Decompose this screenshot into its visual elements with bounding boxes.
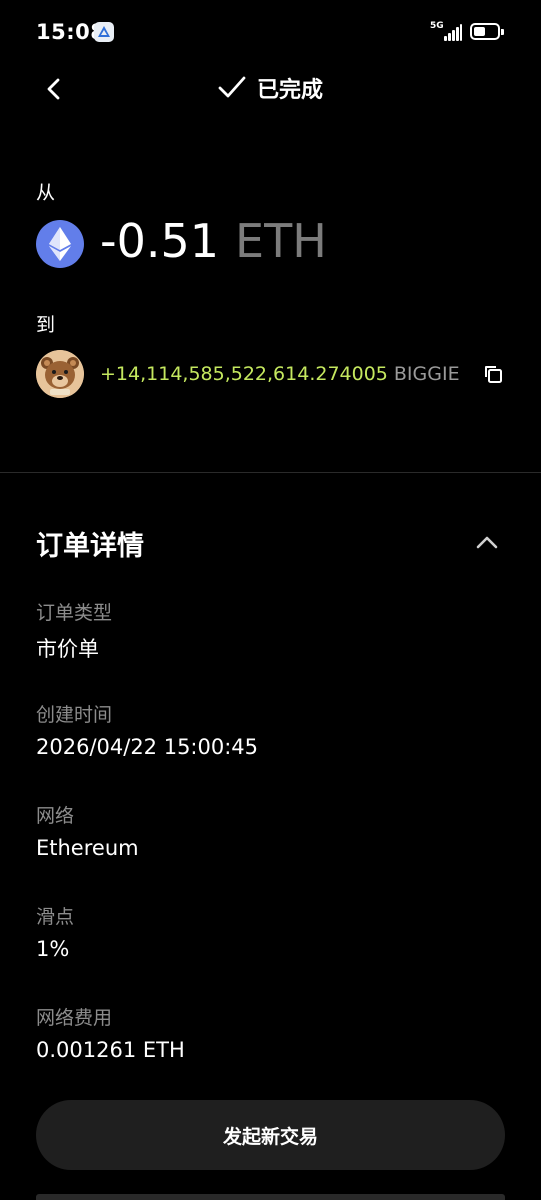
back-arrow-icon[interactable]: [40, 74, 70, 104]
network-fee-value: 0.001261 ETH: [36, 1038, 185, 1062]
created-time-label: 创建时间: [36, 704, 113, 726]
ethereum-icon: [36, 220, 84, 268]
created-time-value: 2026/04/22 15:00:45: [36, 735, 259, 759]
status-title: 已完成: [257, 78, 324, 103]
to-amount-value: +14,114,585,522,614.274005: [100, 363, 388, 385]
network-value: Ethereum: [36, 836, 139, 860]
order-type-value: 市价单: [36, 637, 99, 661]
to-amount: +14,114,585,522,614.274005 BIGGIE: [100, 363, 460, 385]
status-bar: 15:08 5G: [0, 0, 541, 66]
bottom-sheet-edge: [36, 1194, 505, 1200]
section-divider: [0, 472, 541, 473]
app-notification-icon: [94, 22, 114, 42]
new-trade-button[interactable]: 发起新交易: [36, 1100, 505, 1170]
order-type-label: 订单类型: [36, 602, 113, 624]
order-details-title: 订单详情: [36, 531, 144, 562]
network-label: 网络: [36, 805, 75, 827]
slippage-label: 滑点: [36, 906, 75, 928]
copy-icon[interactable]: [482, 363, 504, 385]
battery-tip: [501, 29, 504, 35]
bear-token-icon: [36, 350, 84, 398]
from-label: 从: [36, 182, 56, 204]
from-amount: -0.51 ETH: [100, 214, 327, 268]
network-fee-label: 网络费用: [36, 1007, 113, 1029]
to-symbol: BIGGIE: [393, 363, 460, 385]
slippage-value: 1%: [36, 937, 70, 961]
from-symbol: ETH: [235, 214, 327, 268]
chevron-up-icon[interactable]: [474, 530, 500, 556]
check-icon: [218, 76, 246, 98]
page-title: 已完成: [217, 72, 323, 104]
from-amount-value: -0.51: [100, 214, 220, 268]
to-label: 到: [36, 314, 56, 336]
signal-icon: [444, 24, 462, 41]
network-type: 5G: [430, 21, 444, 31]
battery-icon: [470, 23, 500, 40]
